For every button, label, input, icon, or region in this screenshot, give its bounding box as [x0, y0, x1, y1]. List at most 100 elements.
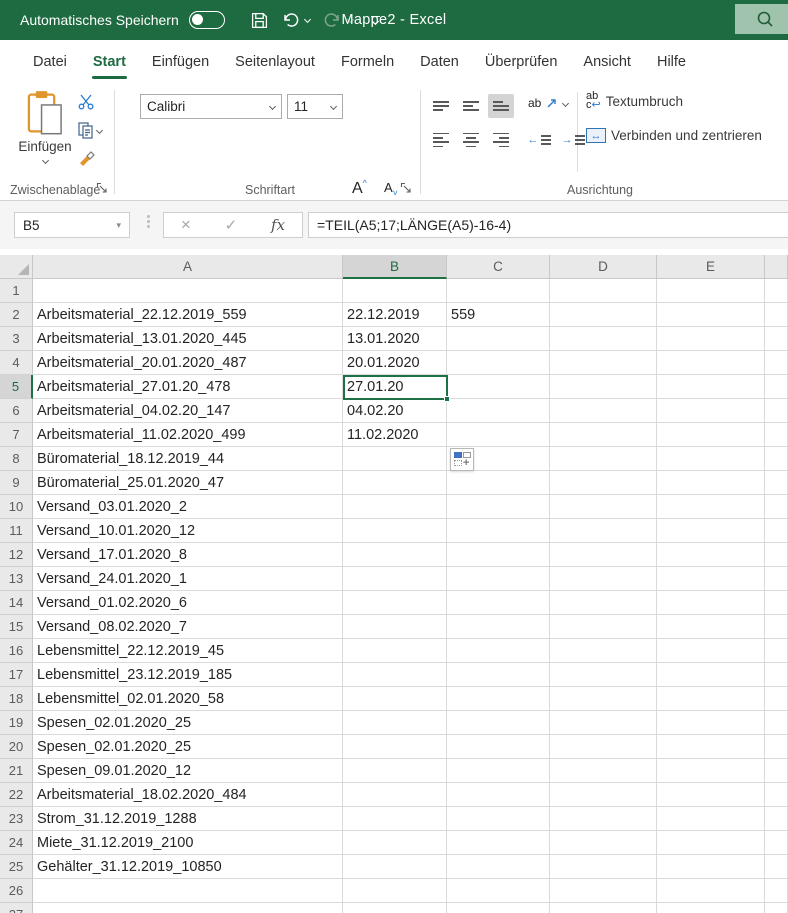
row-header-22[interactable]: 22 — [0, 783, 33, 807]
tab-hilfe[interactable]: Hilfe — [644, 40, 699, 84]
merge-center-button[interactable]: ↔ Verbinden und zentrieren — [586, 128, 762, 143]
cell-D26[interactable] — [550, 879, 657, 903]
cell-E15[interactable] — [657, 615, 765, 639]
row-header-14[interactable]: 14 — [0, 591, 33, 615]
cell-A3[interactable]: Arbeitsmaterial_13.01.2020_445 — [33, 327, 343, 351]
cell-A23[interactable]: Strom_31.12.2019_1288 — [33, 807, 343, 831]
cell-F14[interactable] — [765, 591, 788, 615]
cell-B1[interactable] — [343, 279, 447, 303]
cell-A13[interactable]: Versand_24.01.2020_1 — [33, 567, 343, 591]
cell-E27[interactable] — [657, 903, 765, 913]
cell-E26[interactable] — [657, 879, 765, 903]
row-header-8[interactable]: 8 — [0, 447, 33, 471]
cell-F17[interactable] — [765, 663, 788, 687]
cell-B8[interactable] — [343, 447, 447, 471]
row-header-20[interactable]: 20 — [0, 735, 33, 759]
cell-A15[interactable]: Versand_08.02.2020_7 — [33, 615, 343, 639]
cell-C16[interactable] — [447, 639, 550, 663]
cell-C27[interactable] — [447, 903, 550, 913]
cell-D3[interactable] — [550, 327, 657, 351]
cell-E7[interactable] — [657, 423, 765, 447]
decrease-font-size-button[interactable]: A ˅ — [384, 180, 398, 198]
row-header-24[interactable]: 24 — [0, 831, 33, 855]
copy-button[interactable] — [78, 120, 118, 140]
cell-E18[interactable] — [657, 687, 765, 711]
cell-A9[interactable]: Büromaterial_25.01.2020_47 — [33, 471, 343, 495]
cell-A18[interactable]: Lebensmittel_02.01.2020_58 — [33, 687, 343, 711]
cell-C12[interactable] — [447, 543, 550, 567]
cell-D25[interactable] — [550, 855, 657, 879]
cell-A10[interactable]: Versand_03.01.2020_2 — [33, 495, 343, 519]
row-header-7[interactable]: 7 — [0, 423, 33, 447]
cell-B5[interactable]: 27.01.20 — [343, 375, 447, 399]
cell-C1[interactable] — [447, 279, 550, 303]
cell-D21[interactable] — [550, 759, 657, 783]
formula-bar-resize-handle[interactable] — [146, 215, 150, 235]
format-painter-button[interactable] — [78, 148, 118, 168]
cell-E1[interactable] — [657, 279, 765, 303]
cell-E11[interactable] — [657, 519, 765, 543]
row-header-21[interactable]: 21 — [0, 759, 33, 783]
cell-F2[interactable] — [765, 303, 788, 327]
cell-A7[interactable]: Arbeitsmaterial_11.02.2020_499 — [33, 423, 343, 447]
cell-B10[interactable] — [343, 495, 447, 519]
cell-E5[interactable] — [657, 375, 765, 399]
cell-A26[interactable] — [33, 879, 343, 903]
cell-F11[interactable] — [765, 519, 788, 543]
cell-B9[interactable] — [343, 471, 447, 495]
cell-F27[interactable] — [765, 903, 788, 913]
cell-B17[interactable] — [343, 663, 447, 687]
cell-D23[interactable] — [550, 807, 657, 831]
cell-C3[interactable] — [447, 327, 550, 351]
copy-dropdown-icon[interactable] — [96, 126, 103, 133]
cell-E23[interactable] — [657, 807, 765, 831]
undo-dropdown-icon[interactable] — [304, 15, 311, 22]
cell-C10[interactable] — [447, 495, 550, 519]
cell-B7[interactable]: 11.02.2020 — [343, 423, 447, 447]
row-header-5[interactable]: 5 — [0, 375, 33, 399]
align-left-button[interactable] — [428, 128, 454, 152]
font-size-combobox[interactable]: 11 — [287, 94, 343, 119]
cell-F15[interactable] — [765, 615, 788, 639]
cell-F3[interactable] — [765, 327, 788, 351]
row-header-6[interactable]: 6 — [0, 399, 33, 423]
align-right-button[interactable] — [488, 128, 514, 152]
cell-F9[interactable] — [765, 471, 788, 495]
cell-F25[interactable] — [765, 855, 788, 879]
cell-C26[interactable] — [447, 879, 550, 903]
tab-start[interactable]: Start — [80, 40, 139, 84]
cell-E14[interactable] — [657, 591, 765, 615]
name-box[interactable]: B5 ▾ — [14, 212, 130, 238]
row-header-2[interactable]: 2 — [0, 303, 33, 327]
cell-F4[interactable] — [765, 351, 788, 375]
cell-C20[interactable] — [447, 735, 550, 759]
cell-E19[interactable] — [657, 711, 765, 735]
cell-B25[interactable] — [343, 855, 447, 879]
cell-F26[interactable] — [765, 879, 788, 903]
cell-D14[interactable] — [550, 591, 657, 615]
name-box-dropdown-icon[interactable]: ▾ — [116, 220, 121, 231]
cell-E8[interactable] — [657, 447, 765, 471]
enter-icon[interactable]: ✓ — [225, 216, 238, 234]
cell-A22[interactable]: Arbeitsmaterial_18.02.2020_484 — [33, 783, 343, 807]
cell-A25[interactable]: Gehälter_31.12.2019_10850 — [33, 855, 343, 879]
tab-datei[interactable]: Datei — [20, 40, 80, 84]
wrap-text-button[interactable]: ab c↩ Textumbruch — [586, 92, 683, 110]
cell-A8[interactable]: Büromaterial_18.12.2019_44 — [33, 447, 343, 471]
paste-dropdown-icon[interactable] — [41, 157, 48, 164]
tab-formeln[interactable]: Formeln — [328, 40, 407, 84]
cell-E24[interactable] — [657, 831, 765, 855]
cell-D24[interactable] — [550, 831, 657, 855]
tab-einf-gen[interactable]: Einfügen — [139, 40, 222, 84]
cell-B3[interactable]: 13.01.2020 — [343, 327, 447, 351]
cell-B27[interactable] — [343, 903, 447, 913]
cell-B4[interactable]: 20.01.2020 — [343, 351, 447, 375]
cell-D19[interactable] — [550, 711, 657, 735]
cell-D10[interactable] — [550, 495, 657, 519]
search-button[interactable] — [735, 4, 788, 34]
cell-C9[interactable] — [447, 471, 550, 495]
cell-B15[interactable] — [343, 615, 447, 639]
cell-C2[interactable]: 559 — [447, 303, 550, 327]
cell-A16[interactable]: Lebensmittel_22.12.2019_45 — [33, 639, 343, 663]
undo-icon[interactable] — [277, 7, 303, 33]
